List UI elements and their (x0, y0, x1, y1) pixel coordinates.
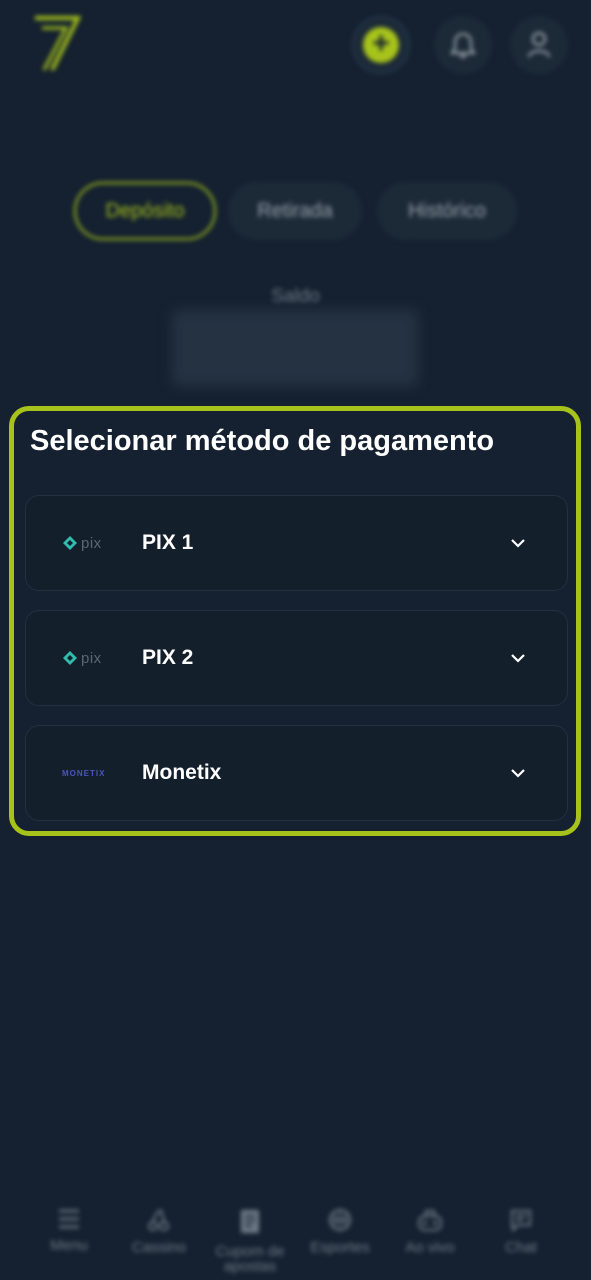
nav-label: Menu (50, 1237, 88, 1254)
profile-button[interactable] (510, 16, 568, 74)
nav-label: Ao vivo (405, 1239, 455, 1256)
payment-method-pix-2[interactable]: pix PIX 2 (25, 610, 568, 706)
gamepad-icon (418, 1210, 442, 1231)
receipt-icon (241, 1210, 259, 1234)
nav-item-menu[interactable]: Menu (24, 1208, 114, 1253)
seven-logo-icon[interactable] (32, 14, 82, 74)
cherries-icon (148, 1209, 169, 1231)
nav-label: Chat (505, 1239, 537, 1256)
logo-text: pix (81, 649, 102, 667)
bell-icon (450, 32, 476, 58)
nav-item-chat[interactable]: Chat (476, 1208, 566, 1255)
user-icon (528, 32, 550, 58)
logo-text: pix (81, 534, 102, 552)
chevron-down-icon[interactable] (509, 649, 527, 667)
monetix-logo-icon: MONETIX (62, 769, 122, 778)
nav-item-cupom[interactable]: Cupom de apostas (205, 1208, 295, 1274)
nav-item-cassino[interactable]: Cassino (114, 1208, 204, 1255)
tab-label: Histórico (408, 199, 486, 222)
tab-retirada[interactable]: Retirada (228, 182, 362, 240)
nav-item-esportes[interactable]: Esportes (295, 1208, 385, 1255)
payment-method-pix-1[interactable]: pix PIX 1 (25, 495, 568, 591)
logo-text: MONETIX (62, 768, 106, 778)
nav-label: Cupom de apostas (215, 1243, 285, 1275)
chat-icon (511, 1210, 531, 1232)
tab-deposito[interactable]: Depósito (74, 182, 216, 240)
basketball-icon (329, 1209, 351, 1231)
method-label: Monetix (142, 761, 222, 784)
pix-logo-icon: pix (62, 650, 122, 667)
tab-label: Depósito (105, 199, 185, 222)
pix-logo-icon: pix (62, 535, 122, 552)
tab-historico[interactable]: Histórico (377, 182, 517, 240)
bottom-nav: Menu Cassino Cupom de apostas Esportes A… (0, 1200, 591, 1280)
payment-method-panel: Selecionar método de pagamento pix PIX 1… (9, 406, 581, 836)
plus-icon: + (363, 27, 399, 63)
method-label: PIX 1 (142, 531, 194, 554)
deposit-button[interactable]: + (352, 16, 410, 74)
balance-value-redacted (172, 310, 418, 386)
balance-label: Saldo (271, 286, 320, 307)
chevron-down-icon[interactable] (509, 764, 527, 782)
notification-button[interactable] (434, 16, 492, 74)
payment-method-monetix[interactable]: MONETIX Monetix (25, 725, 568, 821)
nav-label: Cassino (131, 1239, 187, 1256)
menu-icon (59, 1209, 79, 1229)
nav-label: Esportes (310, 1239, 370, 1256)
nav-item-ao-vivo[interactable]: Ao vivo (385, 1208, 475, 1255)
method-label: PIX 2 (142, 646, 194, 669)
tab-label: Retirada (257, 199, 333, 222)
panel-title: Selecionar método de pagamento (30, 425, 495, 457)
chevron-down-icon[interactable] (509, 534, 527, 552)
